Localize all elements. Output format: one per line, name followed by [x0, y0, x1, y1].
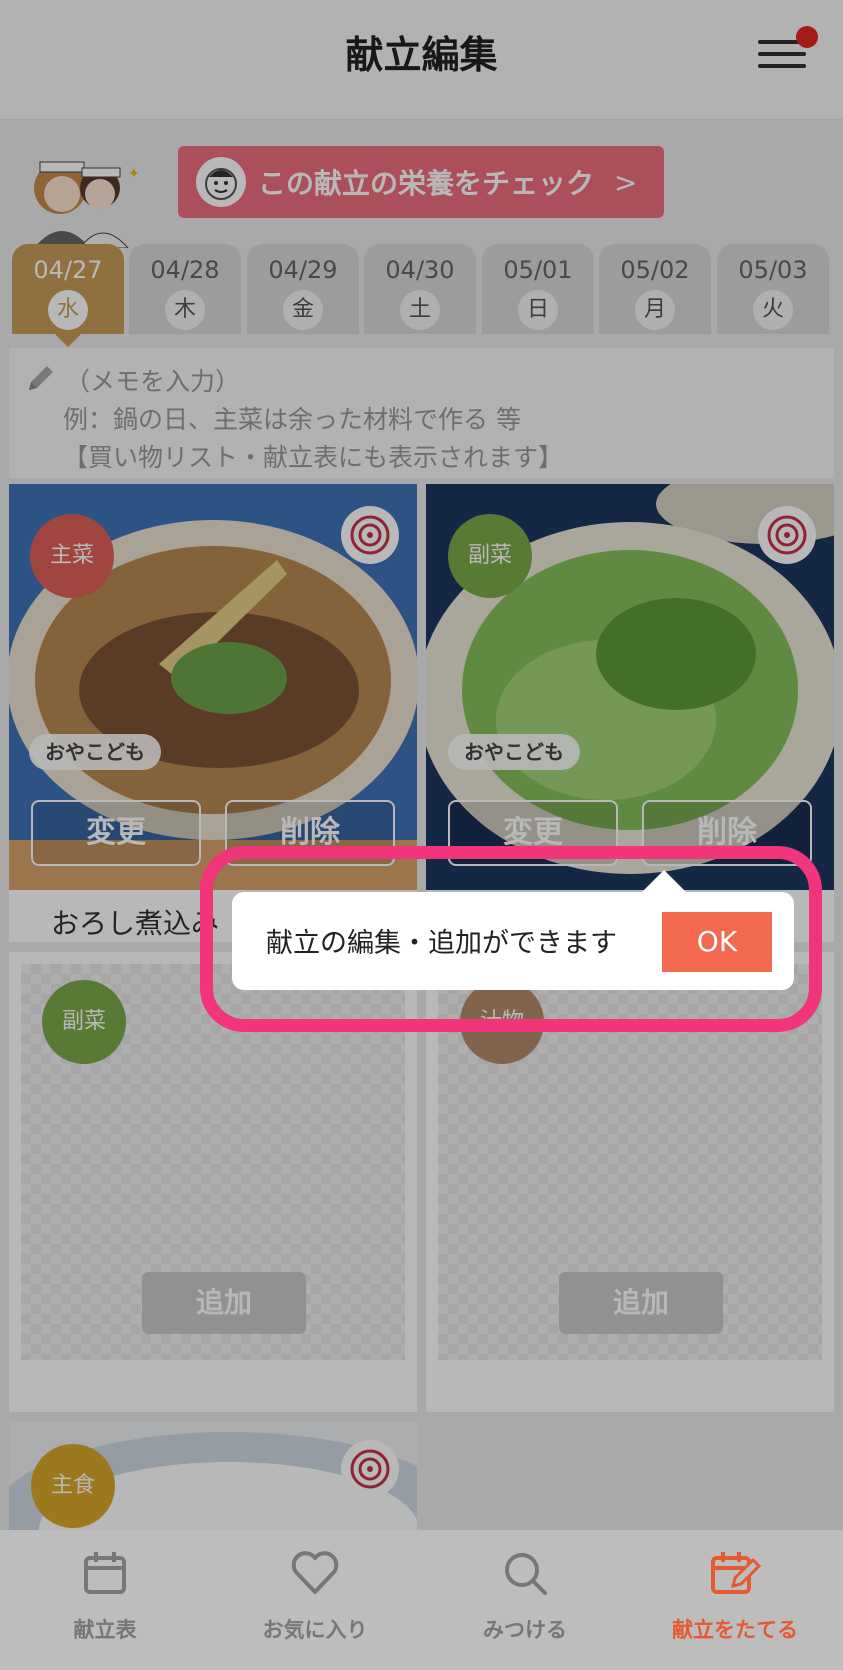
nav-plan-menu[interactable]: 献立をたてる [630, 1550, 840, 1644]
calendar-icon [84, 1552, 126, 1594]
app-screen: 献立編集 ✦ この献立の栄養をチェック > 04/27 水 04/28 木 04… [0, 0, 843, 1670]
edit-calendar-icon [711, 1552, 761, 1594]
ok-button[interactable]: OK [662, 912, 772, 972]
nav-favorites[interactable]: お気に入り [210, 1550, 420, 1644]
bottom-nav: 献立表 お気に入り みつける 献立をたてる [0, 1530, 843, 1670]
nav-kondate-list[interactable]: 献立表 [0, 1550, 210, 1644]
nav-search[interactable]: みつける [420, 1550, 630, 1644]
dim-overlay[interactable] [0, 0, 843, 1670]
tooltip-popup: 献立の編集・追加ができます OK [232, 870, 794, 990]
search-icon [505, 1553, 547, 1595]
heart-icon [291, 1551, 339, 1594]
tooltip-message: 献立の編集・追加ができます [266, 928, 617, 959]
